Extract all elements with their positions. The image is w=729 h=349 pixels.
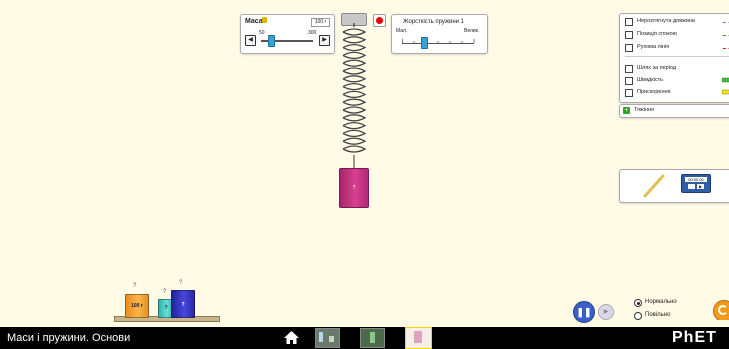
equilibrium-label: Позиція спокою xyxy=(637,31,677,37)
speed-slow-radio[interactable] xyxy=(634,312,642,320)
mass-slider-thumb[interactable] xyxy=(268,35,276,47)
option-acceleration[interactable]: Прискорення xyxy=(625,88,729,97)
decrease-mass-button[interactable]: ◀ xyxy=(245,35,256,46)
hanging-mass-label: ? xyxy=(352,185,356,191)
reset-all-button[interactable] xyxy=(713,300,729,320)
mass-label: Маса xyxy=(245,18,263,25)
velocity-arrow-icon xyxy=(722,77,729,83)
screen-lab-icon[interactable] xyxy=(405,327,432,349)
hanging-mass[interactable]: ? xyxy=(339,168,369,208)
expand-plus-icon[interactable]: + xyxy=(623,107,630,114)
spring-constant-panel: Жорсткість пружини 1 Мал. Велик. xyxy=(391,14,488,54)
mass-max-label: 300 xyxy=(308,30,317,36)
damping-label: Тяжіння xyxy=(634,107,654,113)
lock-icon xyxy=(262,17,267,23)
spring-max-label: Велик. xyxy=(464,28,480,34)
option-equilibrium[interactable]: Позиція спокою xyxy=(625,30,729,39)
spring-slider-ticks xyxy=(402,39,475,43)
acceleration-arrow-icon xyxy=(722,89,729,95)
display-options-panel: Нерозтягнута довжина Позиція спокою Рухо… xyxy=(619,13,729,103)
damping-panel[interactable]: + Тяжіння xyxy=(619,104,729,118)
mass-min-label: 50 xyxy=(259,30,265,36)
spring-min-label: Мал. xyxy=(396,28,408,34)
tools-panel: 00:00.00 ▶ xyxy=(619,169,729,203)
stopwatch-icon[interactable]: 00:00.00 ▶ xyxy=(681,174,711,193)
natural-length-label: Нерозтягнута довжина xyxy=(637,18,695,24)
equilibrium-line-icon xyxy=(723,35,729,36)
stopwatch-reset-icon xyxy=(688,184,695,189)
option-velocity[interactable]: Швидкість xyxy=(625,76,729,85)
spring-constant-slider-thumb[interactable] xyxy=(420,37,428,49)
period-trace-checkbox[interactable] xyxy=(625,65,633,73)
option-period-trace[interactable]: Шлях за період xyxy=(625,64,729,73)
screen-intro-icon[interactable] xyxy=(315,328,340,348)
mass-control-panel: Маса 100 г ◀ 50 300 ▶ xyxy=(240,14,335,54)
speed-slow-label: Повільно xyxy=(645,312,671,318)
speed-normal-option[interactable]: Нормально xyxy=(634,298,714,307)
natural-length-line-icon xyxy=(723,22,729,23)
spring[interactable] xyxy=(335,23,375,173)
pause-button[interactable]: ❚❚ xyxy=(573,301,595,323)
movable-line-label: Рухома лінія xyxy=(637,44,670,50)
mystery-mass-teal-hook: ? xyxy=(163,289,167,295)
mystery-mass-blue[interactable]: ? xyxy=(171,290,195,318)
increase-mass-button[interactable]: ▶ xyxy=(319,35,330,46)
speed-normal-radio[interactable] xyxy=(634,299,642,307)
spring-coil xyxy=(342,23,367,153)
phet-logo[interactable]: PhET xyxy=(672,329,717,347)
mystery-mass-blue-hook: ? xyxy=(179,280,183,286)
movable-line-icon xyxy=(723,48,729,49)
option-movable-line[interactable]: Рухома лінія xyxy=(625,43,729,52)
step-button[interactable]: ▶ xyxy=(598,304,614,320)
velocity-checkbox[interactable] xyxy=(625,77,633,85)
natural-length-checkbox[interactable] xyxy=(625,18,633,26)
speed-normal-label: Нормально xyxy=(645,299,677,305)
mass-100g-label: 100 г xyxy=(131,303,143,309)
screen-energy-icon[interactable] xyxy=(360,328,385,348)
options-divider xyxy=(625,56,729,57)
home-icon[interactable] xyxy=(284,331,299,344)
option-natural-length[interactable]: Нерозтягнута довжина xyxy=(625,17,729,26)
equilibrium-checkbox[interactable] xyxy=(625,31,633,39)
stopwatch-play-icon: ▶ xyxy=(697,184,704,189)
mass-value-display: 100 г xyxy=(311,18,330,27)
velocity-label: Швидкість xyxy=(637,77,664,83)
acceleration-label: Прискорення xyxy=(637,89,671,95)
acceleration-checkbox[interactable] xyxy=(625,89,633,97)
navigation-bar: Маси і пружини. Основи PhET xyxy=(0,327,729,349)
mass-100g-hook: ? xyxy=(133,283,137,289)
mass-100g[interactable]: 100 г xyxy=(125,294,149,318)
movable-line-checkbox[interactable] xyxy=(625,44,633,52)
stopwatch-display: 00:00.00 xyxy=(685,177,707,182)
period-trace-label: Шлях за період xyxy=(637,65,677,71)
mystery-mass-blue-label: ? xyxy=(181,302,185,308)
speed-slow-option[interactable]: Повільно xyxy=(634,311,714,320)
spring-constant-label: Жорсткість пружини 1 xyxy=(403,19,465,25)
ruler-icon[interactable] xyxy=(642,173,666,199)
sim-title: Маси і пружини. Основи xyxy=(7,332,131,344)
